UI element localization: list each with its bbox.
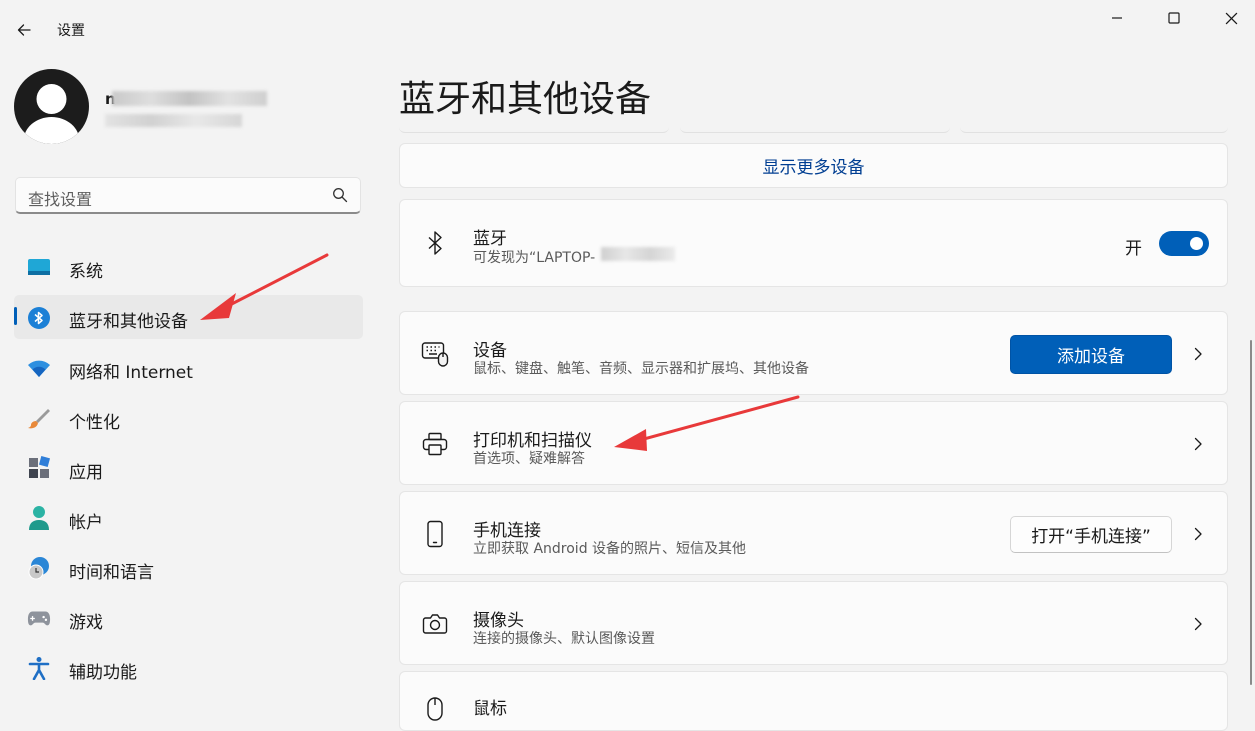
annotation-arrow xyxy=(614,395,800,451)
annotation-arrow xyxy=(200,253,329,320)
annotation-arrows xyxy=(200,253,800,451)
